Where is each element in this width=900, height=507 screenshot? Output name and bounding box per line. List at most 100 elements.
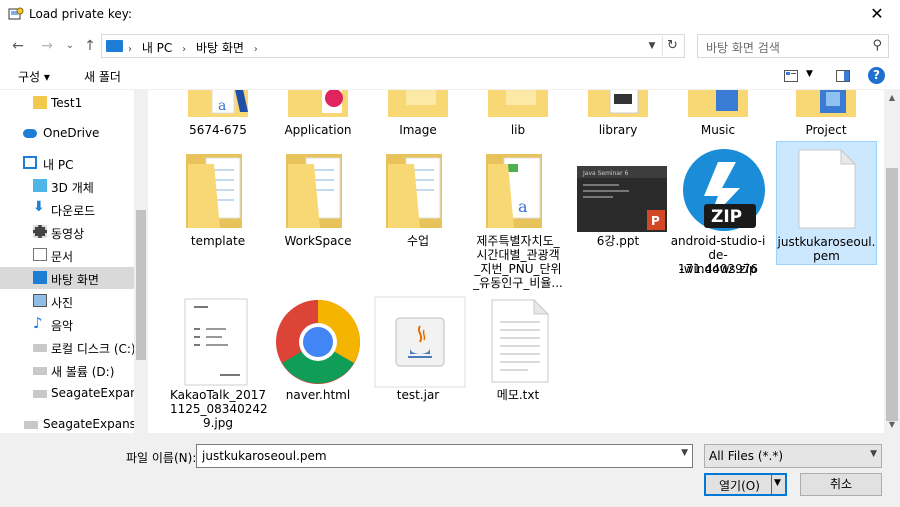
open-button-label: 열기(O) (719, 479, 760, 493)
file-name: KakaoTalk_2017 (170, 388, 266, 402)
search-box[interactable]: 바탕 화면 검색 ⚲ (697, 34, 889, 58)
list-item[interactable]: test.jar (370, 294, 466, 433)
open-button[interactable]: 열기(O) ▼ (704, 473, 787, 496)
sidebar-item-label: 로컬 디스크 (C:) (51, 342, 136, 356)
sidebar-item-label: 내 PC (43, 158, 74, 172)
folder-icon: a (188, 90, 248, 117)
breadcrumb: › 내 PC › 바탕 화면 › (128, 39, 264, 56)
folder-icon (796, 90, 856, 117)
list-item[interactable]: Application (270, 90, 366, 140)
filename-dropdown-icon[interactable]: ▼ (681, 448, 688, 458)
forward-button[interactable]: → (37, 35, 57, 57)
list-item[interactable]: a 5674-675 (170, 90, 266, 140)
computer-icon (23, 156, 37, 169)
file-name: 시간대별_관광객 (476, 248, 560, 262)
folder-icon (588, 90, 648, 117)
sidebar-item-label: 바탕 화면 (51, 273, 99, 287)
navigation-pane: Test1 OneDrive 내 PC 3D 개체 ⬇ 다운로드 동영상 문서 … (0, 90, 148, 433)
file-list: a 5674-675 Application Image lib library… (148, 90, 884, 433)
list-item[interactable]: Project (778, 90, 874, 140)
java-jar-icon (374, 296, 466, 388)
list-item-selected[interactable]: justkukaroseoul. pem (776, 141, 877, 265)
sidebar-item-music[interactable]: ♪ 음악 (0, 313, 134, 335)
sidebar-scrollbar[interactable] (134, 90, 148, 433)
sidebar-item-label: 3D 개체 (51, 181, 94, 195)
filename-field[interactable]: ▼ (196, 444, 693, 468)
scroll-down-icon[interactable]: ▼ (884, 417, 900, 433)
sidebar-item-local-disk-c[interactable]: 로컬 디스크 (C:) (0, 336, 136, 358)
crumb-separator: › (253, 44, 258, 55)
file-name: template (190, 234, 246, 248)
list-item[interactable]: naver.html (270, 294, 366, 433)
sidebar-scrollbar-thumb[interactable] (136, 210, 146, 360)
list-item[interactable]: Music (670, 90, 766, 140)
sidebar-item-this-pc[interactable]: 내 PC (0, 152, 134, 174)
list-item[interactable]: Image (370, 90, 466, 140)
sidebar-item-seagate-2[interactable]: SeagateExpansion (0, 413, 148, 433)
file-name: 수업 (406, 234, 430, 248)
crumb-desktop[interactable]: 바탕 화면 (196, 41, 244, 55)
split-divider (771, 474, 772, 495)
zip-badge-text: ZIP (711, 207, 742, 227)
list-item[interactable]: a 제주특별자치도_ 시간대별_관광객 _지번_PNU_단위 _유동인구_비율.… (470, 142, 566, 292)
recent-locations-button[interactable]: ⌄ (60, 35, 80, 57)
list-item[interactable]: Java Seminar 6 P 6강.ppt (570, 142, 667, 292)
cancel-button[interactable]: 취소 (800, 473, 882, 496)
close-button[interactable]: ✕ (854, 0, 900, 30)
list-item[interactable]: lib (470, 90, 566, 140)
filename-input[interactable] (197, 445, 667, 467)
sidebar-item-seagate-1[interactable]: SeagateExpansic (0, 382, 148, 404)
sidebar-item-desktop[interactable]: 바탕 화면 (0, 267, 134, 289)
search-input[interactable]: 바탕 화면 검색 (706, 39, 780, 56)
view-dropdown-icon[interactable]: ▼ (806, 69, 813, 79)
drive-icon (24, 421, 38, 429)
crumb-this-pc[interactable]: 내 PC (142, 41, 172, 55)
up-button[interactable]: ↑ (80, 35, 100, 57)
new-folder-button[interactable]: 새 폴더 (84, 68, 121, 85)
sidebar-item-label: 새 볼륨 (D:) (51, 365, 115, 379)
title-bar: Load private key: ✕ (0, 0, 900, 30)
back-button[interactable]: ← (8, 35, 28, 57)
sidebar-item-pictures[interactable]: 사진 (0, 290, 134, 312)
open-options-dropdown-icon[interactable]: ▼ (774, 478, 781, 488)
cube-icon (33, 179, 47, 192)
file-name: Project (805, 123, 847, 137)
file-name: 5674-675 (189, 123, 247, 137)
list-item[interactable]: 메모.txt (470, 294, 566, 433)
address-bar[interactable]: › 내 PC › 바탕 화면 › ▼ ↻ (101, 34, 685, 58)
file-name: 9.jpg (202, 416, 234, 430)
refresh-icon[interactable]: ↻ (662, 36, 682, 56)
file-name: _지번_PNU_단위 (474, 262, 562, 276)
sidebar-item-volume-d[interactable]: 새 볼륨 (D:) (0, 359, 134, 381)
sidebar-item-videos[interactable]: 동영상 (0, 221, 134, 243)
file-name: android-studio-i (670, 234, 766, 248)
sidebar-item-onedrive[interactable]: OneDrive (0, 122, 134, 144)
chrome-icon (276, 300, 360, 384)
file-name: pem (813, 249, 840, 263)
file-list-scrollbar-thumb[interactable] (886, 168, 898, 421)
chevron-down-icon[interactable]: ▼ (870, 449, 877, 459)
list-item[interactable]: library (570, 90, 666, 140)
search-icon[interactable]: ⚲ (872, 38, 882, 53)
sidebar-item-documents[interactable]: 문서 (0, 244, 134, 266)
sidebar-item-test1[interactable]: Test1 (0, 92, 134, 114)
dialog-footer: 파일 이름(N): ▼ All Files (*.*) ▼ 열기(O) ▼ 취소 (0, 433, 900, 507)
organize-button[interactable]: 구성 ▾ (18, 68, 50, 85)
file-type-select[interactable]: All Files (*.*) ▼ (704, 444, 882, 468)
address-dropdown-icon[interactable]: ▼ (644, 37, 660, 55)
view-options-icon[interactable] (784, 70, 798, 82)
sidebar-item-downloads[interactable]: ⬇ 다운로드 (0, 198, 134, 220)
list-item[interactable]: KakaoTalk_2017 1125_08340242 9.jpg (170, 294, 268, 433)
list-item[interactable]: WorkSpace (270, 142, 366, 292)
file-name: lib (510, 123, 526, 137)
list-item[interactable]: template (170, 142, 266, 292)
sidebar-item-3d-objects[interactable]: 3D 개체 (0, 175, 134, 197)
file-name: WorkSpace (284, 234, 352, 248)
help-icon[interactable]: ? (868, 67, 885, 84)
list-item[interactable]: ZIP android-studio-i de-171.4402976 -win… (670, 142, 766, 292)
preview-pane-icon[interactable] (836, 70, 850, 82)
scroll-up-icon[interactable]: ▲ (884, 90, 900, 106)
list-item[interactable]: 수업 (370, 142, 466, 292)
navigation-bar: ← → ⌄ ↑ › 내 PC › 바탕 화면 › ▼ ↻ 바탕 화면 검색 ⚲ (0, 32, 900, 60)
file-list-scrollbar[interactable]: ▲ ▼ (884, 90, 900, 433)
